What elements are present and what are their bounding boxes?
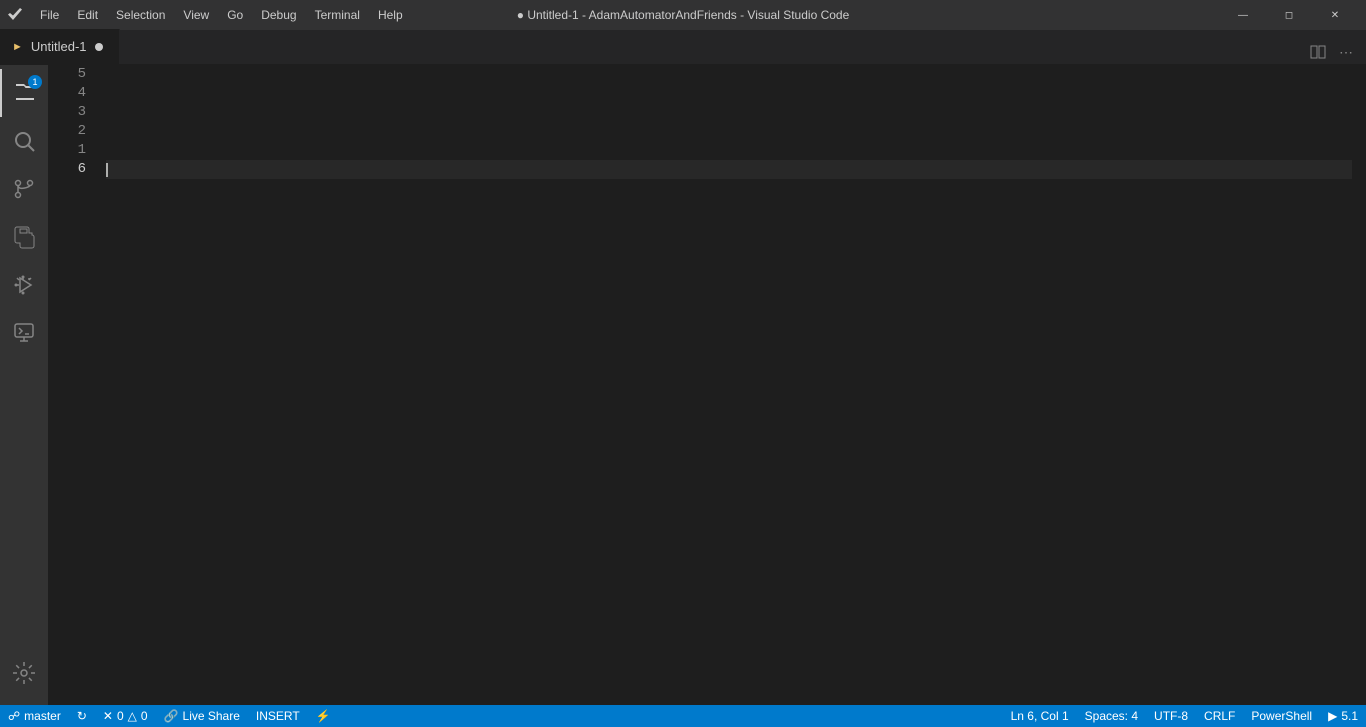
vim-mode-text: INSERT xyxy=(256,709,300,723)
live-share-icon: 🔗 xyxy=(164,709,179,723)
spaces-text: Spaces: 4 xyxy=(1085,709,1138,723)
menu-go[interactable]: Go xyxy=(219,4,251,26)
line-ending-text: CRLF xyxy=(1204,709,1235,723)
activity-item-search[interactable] xyxy=(0,117,48,165)
line-number-3: 3 xyxy=(48,103,86,122)
line-number-1: 1 xyxy=(48,141,86,160)
activity-item-extensions[interactable] xyxy=(0,213,48,261)
explorer-badge: 1 xyxy=(28,75,42,89)
editor-tab-untitled[interactable]: ► Untitled-1 xyxy=(0,29,120,64)
menu-view[interactable]: View xyxy=(175,4,217,26)
activity-item-settings[interactable] xyxy=(0,649,48,697)
code-line-4 xyxy=(106,122,1352,141)
error-count: 0 xyxy=(117,709,124,723)
text-cursor xyxy=(106,163,108,177)
ps-version-text: 5.1 xyxy=(1341,709,1358,723)
vertical-scrollbar[interactable] xyxy=(1352,65,1366,705)
activity-item-remote-explorer[interactable] xyxy=(0,309,48,357)
menu-edit[interactable]: Edit xyxy=(69,4,106,26)
code-line-3 xyxy=(106,103,1352,122)
vscode-logo-icon xyxy=(8,7,24,23)
branch-name: master xyxy=(24,709,61,723)
maximize-button[interactable]: ◻ xyxy=(1266,0,1312,30)
language-text: PowerShell xyxy=(1251,709,1312,723)
cursor-position-status[interactable]: Ln 6, Col 1 xyxy=(1003,705,1077,727)
code-line-6-active xyxy=(106,160,1352,179)
code-line-1 xyxy=(106,65,1352,84)
window-controls: — ◻ ✕ xyxy=(1220,0,1358,30)
activity-item-explorer[interactable]: 1 xyxy=(0,69,48,117)
line-number-5: 5 xyxy=(48,65,86,84)
live-share-status[interactable]: 🔗 Live Share xyxy=(156,705,248,727)
tab-label: Untitled-1 xyxy=(31,39,87,54)
error-icon: ✕ xyxy=(103,709,113,723)
tab-bar: ► Untitled-1 ⋯ xyxy=(0,30,1366,65)
vim-mode-status: INSERT xyxy=(248,705,308,727)
status-bar-left: ☍ master ↻ ✕ 0 △ 0 🔗 Live Share INSERT ⚡ xyxy=(0,705,339,727)
code-content[interactable] xyxy=(98,65,1352,705)
branch-status[interactable]: ☍ master xyxy=(0,705,69,727)
feedback-icon: ⚡ xyxy=(316,709,331,723)
status-bar: ☍ master ↻ ✕ 0 △ 0 🔗 Live Share INSERT ⚡… xyxy=(0,705,1366,727)
ln-col-text: Ln 6, Col 1 xyxy=(1011,709,1069,723)
activity-bar: 1 xyxy=(0,65,48,705)
title-bar: File Edit Selection View Go Debug Termin… xyxy=(0,0,1366,30)
live-share-label: Live Share xyxy=(183,709,240,723)
powershell-version-status[interactable]: ▶ 5.1 xyxy=(1320,705,1366,727)
tab-file-icon: ► xyxy=(12,41,23,53)
activity-item-source-control[interactable] xyxy=(0,165,48,213)
encoding-status[interactable]: UTF-8 xyxy=(1146,705,1196,727)
status-bar-right: Ln 6, Col 1 Spaces: 4 UTF-8 CRLF PowerSh… xyxy=(1003,705,1366,727)
menu-debug[interactable]: Debug xyxy=(253,4,304,26)
code-editor[interactable]: 5 4 3 2 1 6 xyxy=(48,65,1366,705)
activity-item-run-debug[interactable] xyxy=(0,261,48,309)
menu-file[interactable]: File xyxy=(32,4,67,26)
errors-status[interactable]: ✕ 0 △ 0 xyxy=(95,705,156,727)
warning-count: 0 xyxy=(141,709,148,723)
close-button[interactable]: ✕ xyxy=(1312,0,1358,30)
branch-icon: ☍ xyxy=(8,709,20,723)
sync-icon: ↻ xyxy=(77,709,87,723)
minimize-button[interactable]: — xyxy=(1220,0,1266,30)
menu-terminal[interactable]: Terminal xyxy=(307,4,368,26)
line-number-6: 6 xyxy=(48,160,86,179)
window-title: ● Untitled-1 - AdamAutomatorAndFriends -… xyxy=(517,8,850,22)
menu-bar: File Edit Selection View Go Debug Termin… xyxy=(32,4,411,26)
menu-help[interactable]: Help xyxy=(370,4,411,26)
feedback-status[interactable]: ⚡ xyxy=(308,705,339,727)
line-ending-status[interactable]: CRLF xyxy=(1196,705,1243,727)
indentation-status[interactable]: Spaces: 4 xyxy=(1077,705,1146,727)
more-actions-button[interactable]: ⋯ xyxy=(1334,40,1358,64)
split-editor-button[interactable] xyxy=(1306,40,1330,64)
language-status[interactable]: PowerShell xyxy=(1243,705,1320,727)
line-number-4: 4 xyxy=(48,84,86,103)
menu-selection[interactable]: Selection xyxy=(108,4,173,26)
ps-icon: ▶ xyxy=(1328,709,1337,723)
encoding-text: UTF-8 xyxy=(1154,709,1188,723)
code-line-5 xyxy=(106,141,1352,160)
title-bar-left: File Edit Selection View Go Debug Termin… xyxy=(8,4,411,26)
tab-bar-actions: ⋯ xyxy=(1306,40,1366,64)
sync-status[interactable]: ↻ xyxy=(69,705,95,727)
line-numbers: 5 4 3 2 1 6 xyxy=(48,65,98,705)
code-line-2 xyxy=(106,84,1352,103)
warning-icon: △ xyxy=(128,709,137,723)
line-number-2: 2 xyxy=(48,122,86,141)
editor-area: 5 4 3 2 1 6 xyxy=(48,65,1366,705)
tab-modified-indicator xyxy=(95,43,103,51)
main-layout: 1 xyxy=(0,65,1366,705)
